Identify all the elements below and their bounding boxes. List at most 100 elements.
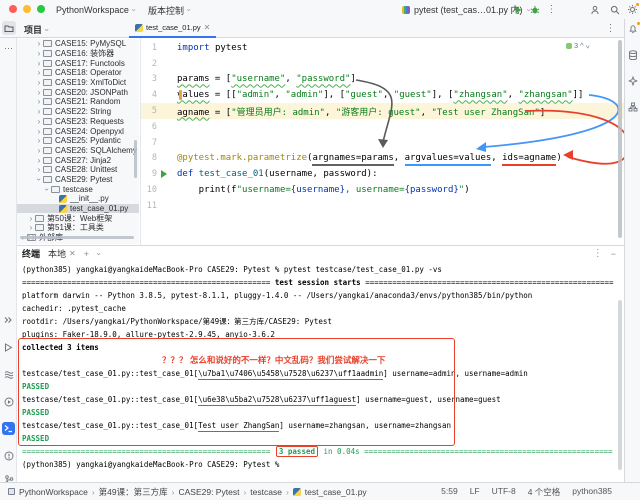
tree-item[interactable]: ›CASE27: Jinja2 (17, 155, 139, 165)
project-panel-header[interactable]: 项目 › (24, 23, 48, 36)
tree-chevron-icon[interactable]: › (35, 88, 43, 97)
run-anything-button[interactable] (2, 395, 15, 408)
inspections-widget[interactable]: 3 ^ ^ (566, 41, 589, 50)
tree-item[interactable]: ›CASE28: Unittest (17, 165, 139, 175)
tree-horizontal-scrollbar[interactable] (20, 236, 134, 239)
run-tool-button[interactable] (2, 341, 15, 354)
tree-chevron-icon[interactable]: › (35, 39, 43, 48)
terminal-scrollbar[interactable] (618, 300, 622, 470)
tree-chevron-icon[interactable]: › (35, 117, 43, 126)
tree-item[interactable]: ›testcase (17, 184, 139, 194)
breadcrumb-item[interactable]: PythonWorkspace (19, 487, 88, 497)
terminal-line: PASSED (22, 406, 618, 419)
close-button[interactable] (9, 5, 17, 13)
terminal-options-button[interactable]: ⋮ (593, 248, 603, 259)
notifications-button[interactable] (627, 23, 639, 35)
tree-item[interactable]: › CASE16: 装饰器 (17, 49, 139, 59)
tree-item[interactable]: ›CASE26: SQLAlchemy (17, 146, 139, 156)
new-session-button[interactable]: + (84, 249, 89, 259)
tree-chevron-icon[interactable]: › (35, 146, 43, 155)
tree-item[interactable]: ›CASE19: XmlToDict (17, 78, 139, 88)
close-icon[interactable]: ✕ (204, 23, 211, 32)
user-button[interactable] (588, 3, 601, 16)
text-segment: (python385) yangkai@yangkaideMacBook-Pro… (22, 265, 442, 274)
tree-item[interactable]: ›第51课：工具类 (17, 223, 139, 233)
caret-position[interactable]: 5:59 (441, 486, 458, 498)
tree-chevron-icon[interactable]: › (35, 165, 43, 174)
tree-chevron-icon[interactable]: › (35, 127, 43, 136)
line-number: 6 (141, 122, 157, 132)
terminal-output[interactable]: (python385) yangkai@yangkaideMacBook-Pro… (17, 261, 618, 481)
code-text: params = ["username", "password"] (177, 74, 356, 84)
breadcrumb-item[interactable]: testcase (250, 487, 282, 497)
problems-button[interactable] (2, 449, 15, 462)
tree-chevron-icon[interactable]: › (35, 49, 43, 58)
database-button[interactable] (627, 49, 639, 61)
more-actions-button[interactable]: ⋮ (545, 3, 558, 16)
run-test-icon[interactable] (157, 170, 171, 178)
services-button[interactable] (2, 368, 15, 381)
python-interpreter[interactable]: python385 (572, 486, 612, 498)
terminal-tab[interactable]: 本地 ✕ (48, 247, 76, 260)
breadcrumb-item[interactable]: CASE29: Pytest (178, 487, 239, 497)
vcs-menu[interactable]: 版本控制 › (148, 4, 190, 16)
tree-item[interactable]: ›CASE25: Pydantic (17, 136, 139, 146)
tree-chevron-icon[interactable]: › (27, 223, 35, 232)
tree-chevron-icon[interactable]: › (35, 156, 43, 165)
python-console-button[interactable] (2, 314, 15, 327)
debug-button[interactable] (528, 3, 541, 16)
text-segment: "username= (237, 185, 291, 195)
tree-chevron-icon[interactable]: › (35, 97, 43, 106)
tree-chevron-icon[interactable]: › (43, 185, 52, 193)
prev-problem-icon[interactable]: ^ (580, 41, 584, 50)
code-editor[interactable]: 1import pytest23params = ["username", "p… (140, 38, 624, 245)
tree-item[interactable]: ›CASE24: Openpyxl (17, 126, 139, 136)
project-tool-button[interactable] (2, 21, 16, 35)
tree-chevron-icon[interactable]: › (35, 107, 43, 116)
tree-vertical-scrollbar[interactable] (134, 140, 137, 178)
tree-chevron-icon[interactable]: › (35, 78, 43, 87)
text-segment: ], [ (323, 90, 345, 100)
tree-item[interactable]: ›CASE23: Requests (17, 117, 139, 127)
tree-item-label: CASE16: 装饰器 (55, 48, 114, 59)
tree-item[interactable]: ›CASE29: Pytest (17, 175, 139, 185)
file-encoding[interactable]: UTF-8 (492, 486, 516, 498)
minimize-button[interactable] (23, 5, 31, 13)
tree-chevron-icon[interactable]: › (35, 175, 44, 183)
tree-chevron-icon[interactable]: › (35, 59, 43, 68)
breadcrumb-item[interactable]: 第49课：第三方库 (99, 486, 168, 498)
tree-item[interactable]: ›CASE18: Operator (17, 68, 139, 78)
ai-assistant-button[interactable] (627, 75, 639, 87)
next-problem-icon[interactable]: ^ (586, 41, 590, 50)
tree-item[interactable]: ›__init__.py (17, 194, 139, 204)
workspace-menu[interactable]: PythonWorkspace › (56, 4, 135, 16)
editor-tab[interactable]: test_case_01.py ✕ (129, 19, 216, 38)
close-icon[interactable]: ✕ (69, 249, 76, 258)
tree-chevron-icon[interactable]: › (27, 214, 35, 223)
indent-setting[interactable]: 4 个空格 (528, 486, 561, 498)
text-segment: print(f (177, 185, 237, 195)
breadcrumb-item[interactable]: test_case_01.py (305, 487, 367, 497)
more-tools-button[interactable]: ⋯ (2, 42, 15, 55)
tree-chevron-icon[interactable]: › (35, 136, 43, 145)
search-button[interactable] (608, 3, 621, 16)
settings-button[interactable] (626, 3, 639, 16)
tree-chevron-icon[interactable]: › (35, 68, 43, 77)
zoom-button[interactable] (37, 5, 45, 13)
chevron-down-icon[interactable]: › (94, 252, 102, 255)
line-number: 4 (141, 90, 157, 100)
tree-item[interactable]: ›CASE17: Functools (17, 58, 139, 68)
terminal-button[interactable] (2, 422, 15, 435)
tree-item[interactable]: ›CASE21: Random (17, 97, 139, 107)
editor-scrollbar[interactable] (618, 40, 622, 238)
tree-item[interactable]: ›CASE20: JSONPath (17, 87, 139, 97)
python-file-icon (293, 488, 301, 496)
tree-item[interactable]: ›CASE22: String (17, 107, 139, 117)
text-segment: (python385) yangkai@yangkaideMacBook-Pro… (22, 460, 279, 469)
line-ending[interactable]: LF (470, 486, 480, 498)
run-button[interactable] (511, 3, 524, 16)
hide-panel-button[interactable]: − (611, 249, 616, 259)
structure-button[interactable] (627, 101, 639, 113)
run-anything-icon (4, 397, 14, 407)
tab-options-button[interactable]: ⋮ (604, 22, 617, 35)
